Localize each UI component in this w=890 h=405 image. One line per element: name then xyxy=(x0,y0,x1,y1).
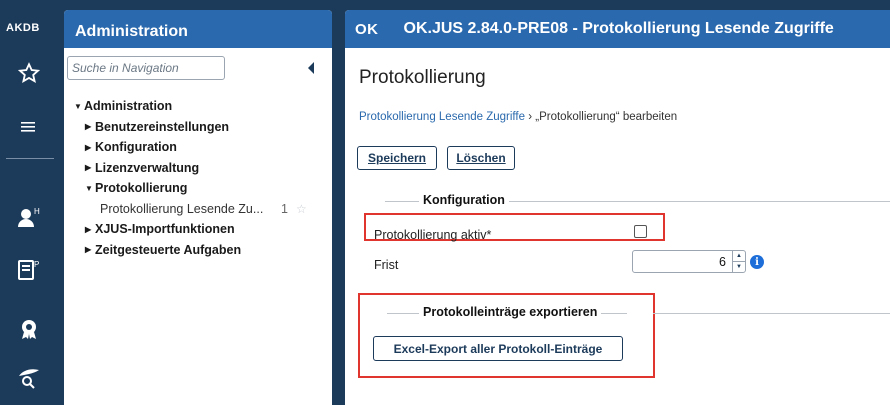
delete-button[interactable]: Löschen xyxy=(447,146,515,170)
main-panel: OK OK.JUS 2.84.0-PRE08 - Protokollierung… xyxy=(345,10,890,405)
page-title: Protokollierung xyxy=(359,67,486,88)
tree-item-administration[interactable]: ▼ Administration xyxy=(74,96,330,117)
collapse-nav-icon[interactable] xyxy=(308,62,314,74)
stepper-down-icon[interactable]: ▼ xyxy=(733,262,745,272)
tree-item-label: Protokollierung Lesende Zu... xyxy=(100,201,264,216)
window-title: OK.JUS 2.84.0-PRE08 - Protokollierung Le… xyxy=(403,20,834,37)
section-title-konfiguration: Konfiguration xyxy=(419,193,509,207)
search-hand-icon[interactable] xyxy=(14,362,44,392)
form-p-icon[interactable]: P xyxy=(14,255,44,285)
tree-item-lizenzverwaltung[interactable]: ▶ Lizenzverwaltung xyxy=(74,158,330,179)
frist-value[interactable]: 6 xyxy=(633,255,732,269)
rail-divider xyxy=(6,158,54,159)
breadcrumb-separator: › xyxy=(525,111,536,123)
tree-item-zeitgesteuerte-aufgaben[interactable]: ▶ Zeitgesteuerte Aufgaben xyxy=(74,240,330,261)
menu-icon[interactable] xyxy=(14,113,44,143)
excel-export-button[interactable]: Excel-Export aller Protokoll-Einträge xyxy=(373,336,623,361)
svg-text:P: P xyxy=(34,260,39,269)
field-label-protokollierung-aktiv: Protokollierung aktiv* xyxy=(374,228,492,242)
main-header: OK OK.JUS 2.84.0-PRE08 - Protokollierung… xyxy=(345,10,890,48)
ok-logo: OK xyxy=(355,20,379,38)
caret-down-icon: ▼ xyxy=(74,101,82,111)
info-icon[interactable]: i xyxy=(750,255,764,269)
tree-item-label: Zeitgesteuerte Aufgaben xyxy=(95,242,242,257)
section-title-export: Protokolleinträge exportieren xyxy=(419,305,602,319)
caret-right-icon: ▶ xyxy=(85,142,92,152)
section-divider xyxy=(653,313,890,314)
tree-item-protokollierung[interactable]: ▼ Protokollierung xyxy=(74,178,330,199)
caret-right-icon: ▶ xyxy=(85,163,92,173)
tree-item-xjus-importfunktionen[interactable]: ▶ XJUS-Importfunktionen xyxy=(74,219,330,240)
svg-text:H: H xyxy=(34,207,40,216)
breadcrumb-current: „Protokollierung“ bearbeiten xyxy=(535,111,678,123)
badge-icon[interactable] xyxy=(14,314,44,344)
tree-item-label: Administration xyxy=(84,99,173,114)
nav-search-input[interactable] xyxy=(67,56,225,80)
tree-item-label: Lizenzverwaltung xyxy=(95,160,200,175)
count-badge: 1 xyxy=(281,201,288,216)
tree-item-label: Benutzereinstellungen xyxy=(95,119,230,134)
field-label-frist: Frist xyxy=(374,258,399,272)
star-icon[interactable] xyxy=(14,58,44,88)
app-rail: AKDB H P xyxy=(0,0,60,405)
favorite-star-icon[interactable]: ☆ xyxy=(296,202,307,216)
nav-tree: ▼ Administration ▶ Benutzereinstellungen… xyxy=(74,96,330,260)
save-button[interactable]: Speichern xyxy=(357,146,437,170)
stepper-up-icon[interactable]: ▲ xyxy=(733,251,745,262)
tree-item-protokollierung-lesende-zugriffe[interactable]: Protokollierung Lesende Zu... 1 ☆ xyxy=(74,199,330,220)
tree-item-label: Konfiguration xyxy=(95,140,177,155)
breadcrumb-link[interactable]: Protokollierung Lesende Zugriffe xyxy=(359,111,525,123)
nav-header: Administration xyxy=(64,10,332,48)
tree-item-benutzereinstellungen[interactable]: ▶ Benutzereinstellungen xyxy=(74,117,330,138)
save-button-label: Speichern xyxy=(367,151,427,165)
delete-button-label: Löschen xyxy=(456,151,506,165)
caret-right-icon: ▶ xyxy=(85,122,92,132)
stepper-buttons: ▲ ▼ xyxy=(732,251,745,272)
caret-down-icon: ▼ xyxy=(85,183,93,193)
caret-right-icon: ▶ xyxy=(85,245,92,255)
akdb-logo: AKDB xyxy=(6,22,40,34)
caret-right-icon: ▶ xyxy=(85,224,92,234)
protokollierung-aktiv-checkbox[interactable] xyxy=(634,225,647,238)
breadcrumb: Protokollierung Lesende Zugriffe › „Prot… xyxy=(359,111,677,123)
tree-item-label: XJUS-Importfunktionen xyxy=(95,222,235,237)
frist-stepper[interactable]: 6 ▲ ▼ xyxy=(632,250,746,273)
tree-item-label: Protokollierung xyxy=(95,181,188,196)
user-h-icon[interactable]: H xyxy=(14,203,44,233)
tree-item-konfiguration[interactable]: ▶ Konfiguration xyxy=(74,137,330,158)
navigation-panel: Administration ▼ Administration ▶ Benutz… xyxy=(64,10,332,405)
